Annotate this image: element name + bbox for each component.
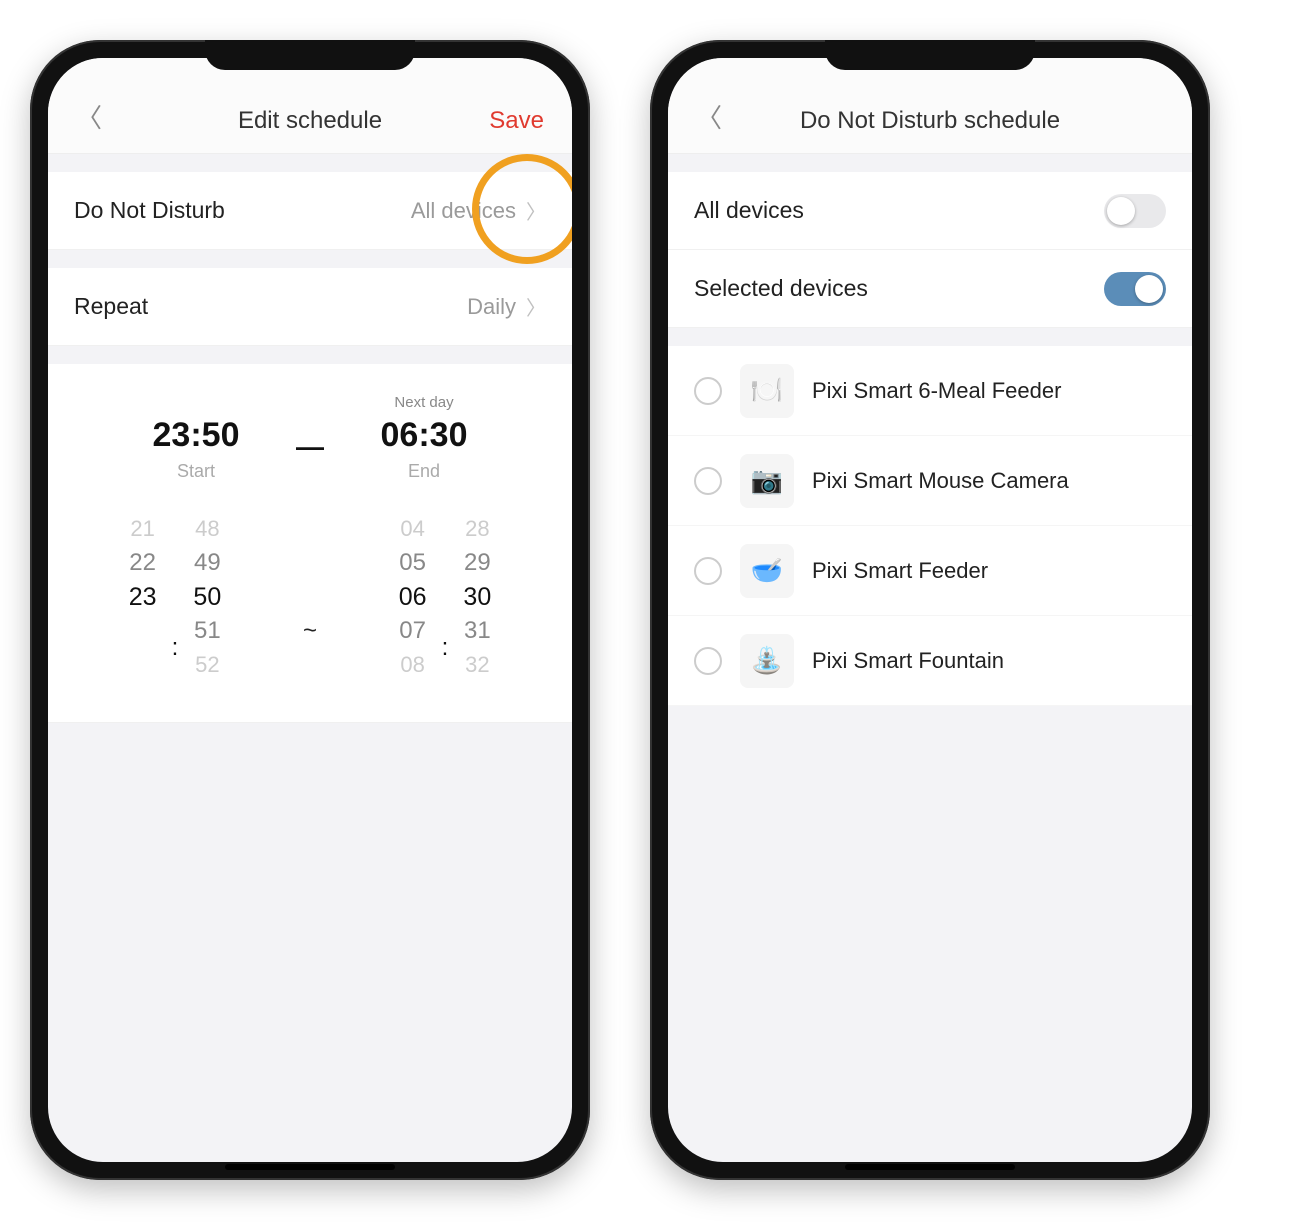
- time-picker[interactable]: 21 22 23 : 48 49 50 51 52 ~: [48, 512, 572, 682]
- next-day-label: Next day: [354, 394, 494, 412]
- radio-unchecked[interactable]: [694, 647, 722, 675]
- radio-unchecked[interactable]: [694, 557, 722, 585]
- end-time-col: Next day 06:30 End: [354, 394, 494, 482]
- device-icon: 🍽️: [740, 364, 794, 418]
- selected-devices-row[interactable]: Selected devices: [668, 250, 1192, 328]
- header: 〈 Edit schedule Save: [48, 58, 572, 154]
- start-min-wheel[interactable]: 48 49 50 51 52: [182, 512, 232, 682]
- dnd-label: Do Not Disturb: [74, 197, 225, 224]
- screen-dnd-schedule: 〈 Do Not Disturb schedule All devices Se…: [668, 58, 1192, 1162]
- start-time: 23:50: [126, 416, 266, 455]
- all-devices-row[interactable]: All devices: [668, 172, 1192, 250]
- header: 〈 Do Not Disturb schedule: [668, 58, 1192, 154]
- start-hour-wheel[interactable]: 21 22 23: [118, 512, 168, 682]
- device-row[interactable]: 🥣 Pixi Smart Feeder: [668, 526, 1192, 616]
- repeat-label: Repeat: [74, 293, 148, 320]
- radio-unchecked[interactable]: [694, 467, 722, 495]
- notch: [205, 40, 415, 70]
- phone-right: 〈 Do Not Disturb schedule All devices Se…: [650, 40, 1210, 1180]
- back-button[interactable]: 〈: [696, 98, 722, 135]
- device-name: Pixi Smart Feeder: [812, 558, 988, 584]
- home-indicator[interactable]: [225, 1164, 395, 1170]
- home-indicator[interactable]: [845, 1164, 1015, 1170]
- start-picker[interactable]: 21 22 23 : 48 49 50 51 52: [75, 512, 275, 682]
- device-icon: ⛲: [740, 634, 794, 688]
- repeat-row[interactable]: Repeat Daily 〉: [48, 268, 572, 346]
- colon: :: [172, 563, 179, 631]
- radio-unchecked[interactable]: [694, 377, 722, 405]
- device-name: Pixi Smart Fountain: [812, 648, 1004, 674]
- dnd-value-text: All devices: [411, 198, 516, 224]
- screen-edit-schedule: 〈 Edit schedule Save Do Not Disturb All …: [48, 58, 572, 1162]
- device-name: Pixi Smart 6-Meal Feeder: [812, 378, 1061, 404]
- phone-left: 〈 Edit schedule Save Do Not Disturb All …: [30, 40, 590, 1180]
- end-time: 06:30: [354, 416, 494, 455]
- device-row[interactable]: 🍽️ Pixi Smart 6-Meal Feeder: [668, 346, 1192, 436]
- repeat-value-text: Daily: [467, 294, 516, 320]
- all-devices-toggle[interactable]: [1104, 194, 1166, 228]
- repeat-value: Daily 〉: [467, 292, 546, 321]
- notch: [825, 40, 1035, 70]
- chevron-left-icon: 〈: [696, 103, 722, 133]
- time-block: 23:50 Start — Next day 06:30 End 21 22 2…: [48, 364, 572, 723]
- device-name: Pixi Smart Mouse Camera: [812, 468, 1069, 494]
- dash-separator: —: [296, 431, 324, 463]
- end-min-wheel[interactable]: 28 29 30 31 32: [452, 512, 502, 682]
- chevron-right-icon: 〉: [526, 196, 546, 225]
- back-button[interactable]: 〈: [76, 98, 102, 135]
- device-icon: 🥣: [740, 544, 794, 598]
- time-summary: 23:50 Start — Next day 06:30 End: [48, 394, 572, 482]
- colon: :: [442, 563, 449, 631]
- device-row[interactable]: ⛲ Pixi Smart Fountain: [668, 616, 1192, 706]
- selected-devices-toggle[interactable]: [1104, 272, 1166, 306]
- tilde-separator: ~: [295, 549, 325, 645]
- selected-devices-label: Selected devices: [694, 275, 868, 302]
- page-title: Do Not Disturb schedule: [668, 107, 1192, 135]
- all-devices-label: All devices: [694, 197, 804, 224]
- device-row[interactable]: 📷 Pixi Smart Mouse Camera: [668, 436, 1192, 526]
- end-picker[interactable]: 04 05 06 07 08 : 28 29 30 31 32: [345, 512, 545, 682]
- chevron-left-icon: 〈: [76, 103, 102, 133]
- end-label: End: [354, 461, 494, 482]
- chevron-right-icon: 〉: [526, 292, 546, 321]
- save-button[interactable]: Save: [489, 107, 544, 135]
- dnd-value: All devices 〉: [411, 196, 546, 225]
- start-time-col: 23:50 Start: [126, 394, 266, 482]
- start-label: Start: [126, 461, 266, 482]
- dnd-row[interactable]: Do Not Disturb All devices 〉: [48, 172, 572, 250]
- device-icon: 📷: [740, 454, 794, 508]
- end-hour-wheel[interactable]: 04 05 06 07 08: [388, 512, 438, 682]
